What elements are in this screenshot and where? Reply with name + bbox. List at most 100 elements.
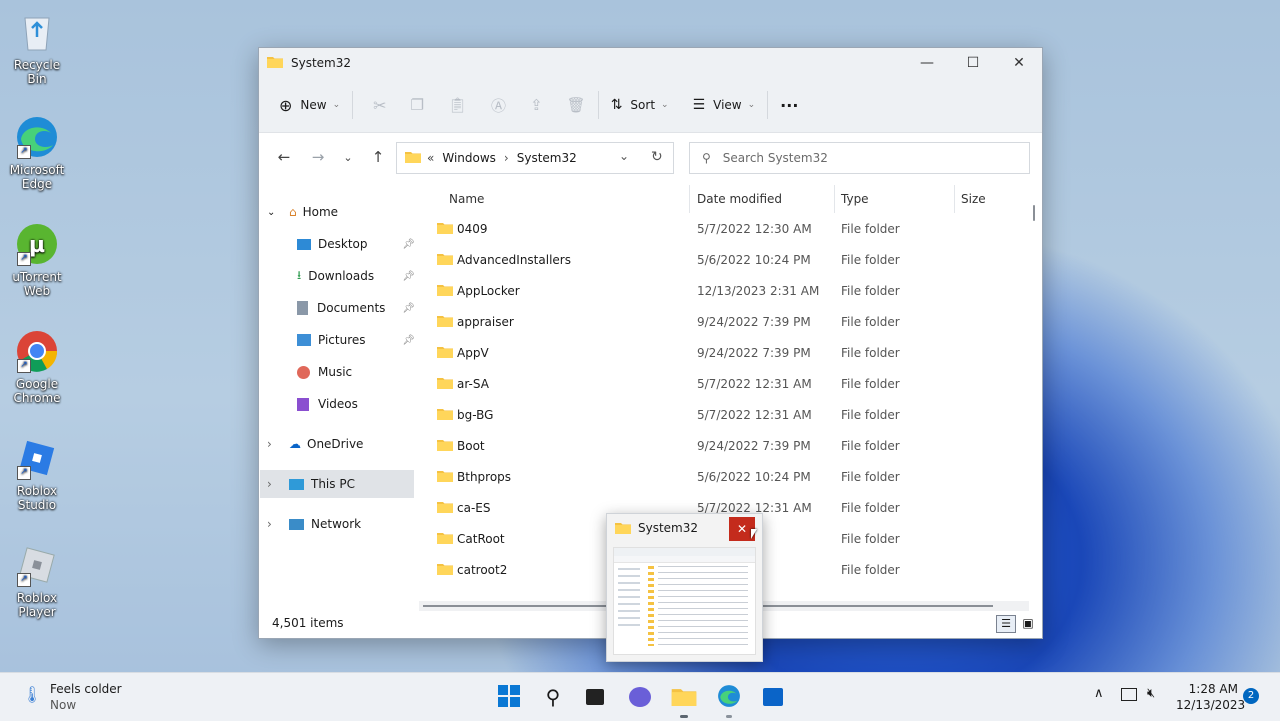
table-row[interactable]: appraiser 9/24/2022 7:39 PM File folder — [429, 307, 1029, 338]
view-list-icon: ☰ — [692, 97, 706, 113]
address-bar[interactable]: « Windows › System32 ⌄ ↻ — [396, 142, 674, 174]
rename-button[interactable]: Ⓐ — [483, 88, 514, 122]
shortcut-arrow-icon: ↗ — [17, 359, 31, 373]
share-button[interactable]: ⇪ — [522, 88, 551, 122]
clock[interactable]: 1:28 AM 12/13/2023 — [1176, 681, 1245, 713]
table-row[interactable]: AdvancedInstallers 5/6/2022 10:24 PM File … — [429, 245, 1029, 276]
search-icon: ⚲ — [702, 151, 711, 165]
title-bar[interactable]: System32 — ☐ ✕ — [259, 48, 1042, 78]
shortcut-arrow-icon: ↗ — [17, 466, 31, 480]
column-header-date[interactable]: Date modified — [697, 192, 782, 206]
desktop-icon-label: Google Chrome — [13, 377, 61, 405]
desktop-icon-roblox-studio[interactable]: ↗ Roblox Studio — [4, 436, 70, 512]
sidebar-item-this-pc[interactable]: › This PC — [260, 470, 414, 498]
command-bar: ⊕ New ⌄ ✂ ❐ 📋︎ Ⓐ ⇪ 🗑︎ ⇅ Sort ⌄ ☰ View ⌄ … — [259, 78, 1042, 133]
sidebar-item-onedrive[interactable]: › ☁ OneDrive — [267, 430, 363, 458]
sidebar-item-videos[interactable]: Videos — [297, 390, 358, 418]
file-date: 9/24/2022 7:39 PM — [697, 315, 811, 329]
new-button[interactable]: ⊕ New ⌄ — [271, 88, 348, 122]
desktop-icon-utorrent[interactable]: µ ↗ uTorrent Web — [4, 222, 70, 298]
up-button[interactable]: ↑ — [363, 142, 393, 172]
breadcrumb-system32[interactable]: System32 — [517, 151, 577, 165]
sidebar-item-desktop[interactable]: Desktop 📌︎ — [297, 230, 415, 258]
table-row[interactable]: AppV 9/24/2022 7:39 PM File folder — [429, 338, 1029, 369]
volume-muted-icon[interactable]: 🔇︎ — [1147, 686, 1155, 701]
desktop-icon-edge[interactable]: ↗ Microsoft Edge — [4, 115, 70, 191]
file-type: File folder — [841, 253, 900, 267]
file-type: File folder — [841, 284, 900, 298]
chat-button[interactable] — [625, 682, 655, 712]
task-view-button[interactable] — [580, 682, 610, 712]
sidebar-item-music[interactable]: Music — [297, 358, 352, 386]
cut-button[interactable]: ✂ — [365, 88, 394, 122]
notification-badge[interactable]: 2 — [1243, 688, 1259, 704]
search-button[interactable]: ⚲ — [538, 682, 568, 712]
folder-icon — [615, 521, 631, 537]
table-row[interactable]: 0409 5/7/2022 12:30 AM File folder — [429, 214, 1029, 245]
table-row[interactable]: AppLocker 12/13/2023 2:31 AM File folder — [429, 276, 1029, 307]
search-input[interactable]: Search System32 — [723, 151, 828, 165]
breadcrumb-windows[interactable]: Windows — [442, 151, 496, 165]
sidebar-item-network[interactable]: › Network — [267, 510, 361, 538]
column-header-type[interactable]: Type — [841, 192, 869, 206]
view-button[interactable]: ☰ View ⌄ — [685, 88, 764, 122]
file-date: 5/6/2022 10:24 PM — [697, 253, 811, 267]
recent-locations-button[interactable]: ⌄ — [333, 142, 363, 172]
clock-time: 1:28 AM — [1188, 682, 1238, 696]
table-row[interactable]: ar-SA 5/7/2022 12:31 AM File folder — [429, 369, 1029, 400]
refresh-button[interactable]: ↻ — [651, 149, 663, 165]
desktop-icon-recycle-bin[interactable]: Recycle Bin — [4, 10, 70, 86]
file-name: AppLocker — [457, 284, 520, 298]
chevron-right-icon: › — [267, 437, 272, 451]
scrollbar-thumb[interactable] — [1033, 205, 1035, 221]
column-header-name[interactable]: Name — [449, 192, 484, 206]
column-header-size[interactable]: Size — [961, 192, 986, 206]
back-button[interactable]: ← — [269, 142, 299, 172]
sidebar-item-home[interactable]: ⌄ ⌂ Home — [267, 198, 338, 226]
desktop-icon-chrome[interactable]: ↗ Google Chrome — [4, 329, 70, 405]
utorrent-icon: µ ↗ — [15, 222, 59, 266]
recycle-bin-icon — [15, 10, 59, 54]
file-type: File folder — [841, 315, 900, 329]
desktop-icon-roblox-player[interactable]: ↗ Roblox Player — [4, 543, 70, 619]
table-row[interactable]: Boot 9/24/2022 7:39 PM File folder — [429, 431, 1029, 462]
start-button[interactable] — [494, 682, 524, 712]
running-indicator — [726, 715, 732, 718]
desktop-icon — [297, 238, 311, 250]
edge-icon — [717, 684, 741, 711]
paste-button[interactable]: 📋︎ — [440, 88, 475, 122]
new-label: New — [300, 98, 327, 112]
table-row[interactable]: Bthprops 5/6/2022 10:24 PM File folder — [429, 462, 1029, 493]
music-icon — [297, 365, 310, 379]
maximize-button[interactable]: ☐ — [950, 48, 996, 78]
edge-taskbar-button[interactable] — [714, 682, 744, 718]
sidebar-item-documents[interactable]: Documents 📌︎ — [297, 294, 415, 322]
close-button[interactable]: ✕ — [996, 48, 1042, 78]
forward-button[interactable]: → — [303, 142, 333, 172]
address-dropdown-button[interactable]: ⌄ — [619, 149, 629, 163]
file-type: File folder — [841, 222, 900, 236]
delete-button[interactable]: 🗑︎ — [559, 88, 594, 122]
vertical-scrollbar[interactable] — [1029, 188, 1039, 598]
arrow-left-icon: ← — [277, 148, 291, 166]
active-indicator — [680, 715, 688, 718]
store-taskbar-button[interactable] — [758, 682, 788, 712]
pin-icon: 📌︎ — [402, 334, 415, 346]
breadcrumb-overflow[interactable]: « — [427, 151, 434, 165]
minimize-button[interactable]: — — [904, 48, 950, 78]
network-status-icon[interactable] — [1121, 688, 1137, 701]
sort-button[interactable]: ⇅ Sort ⌄ — [603, 88, 677, 122]
more-options-button[interactable]: ··· — [772, 88, 806, 122]
show-hidden-icons-button[interactable]: ∧ — [1094, 686, 1104, 701]
file-explorer-taskbar-button[interactable] — [669, 682, 699, 718]
sidebar-item-pictures[interactable]: Pictures 📌︎ — [297, 326, 415, 354]
table-row[interactable]: bg-BG 5/7/2022 12:31 AM File folder — [429, 400, 1029, 431]
details-view-button[interactable]: ☰ — [996, 615, 1016, 633]
taskbar-thumbnail-preview[interactable]: System32 ✕ — [606, 513, 763, 662]
weather-widget[interactable]: 🌡︎ Feels colder Now — [18, 681, 158, 713]
search-box[interactable]: ⚲ Search System32 — [689, 142, 1030, 174]
tiles-view-button[interactable]: ▣ — [1019, 615, 1037, 631]
sort-icon: ⇅ — [610, 97, 623, 113]
sidebar-item-downloads[interactable]: ⭳ Downloads 📌︎ — [297, 262, 415, 290]
copy-button[interactable]: ❐ — [403, 88, 432, 122]
